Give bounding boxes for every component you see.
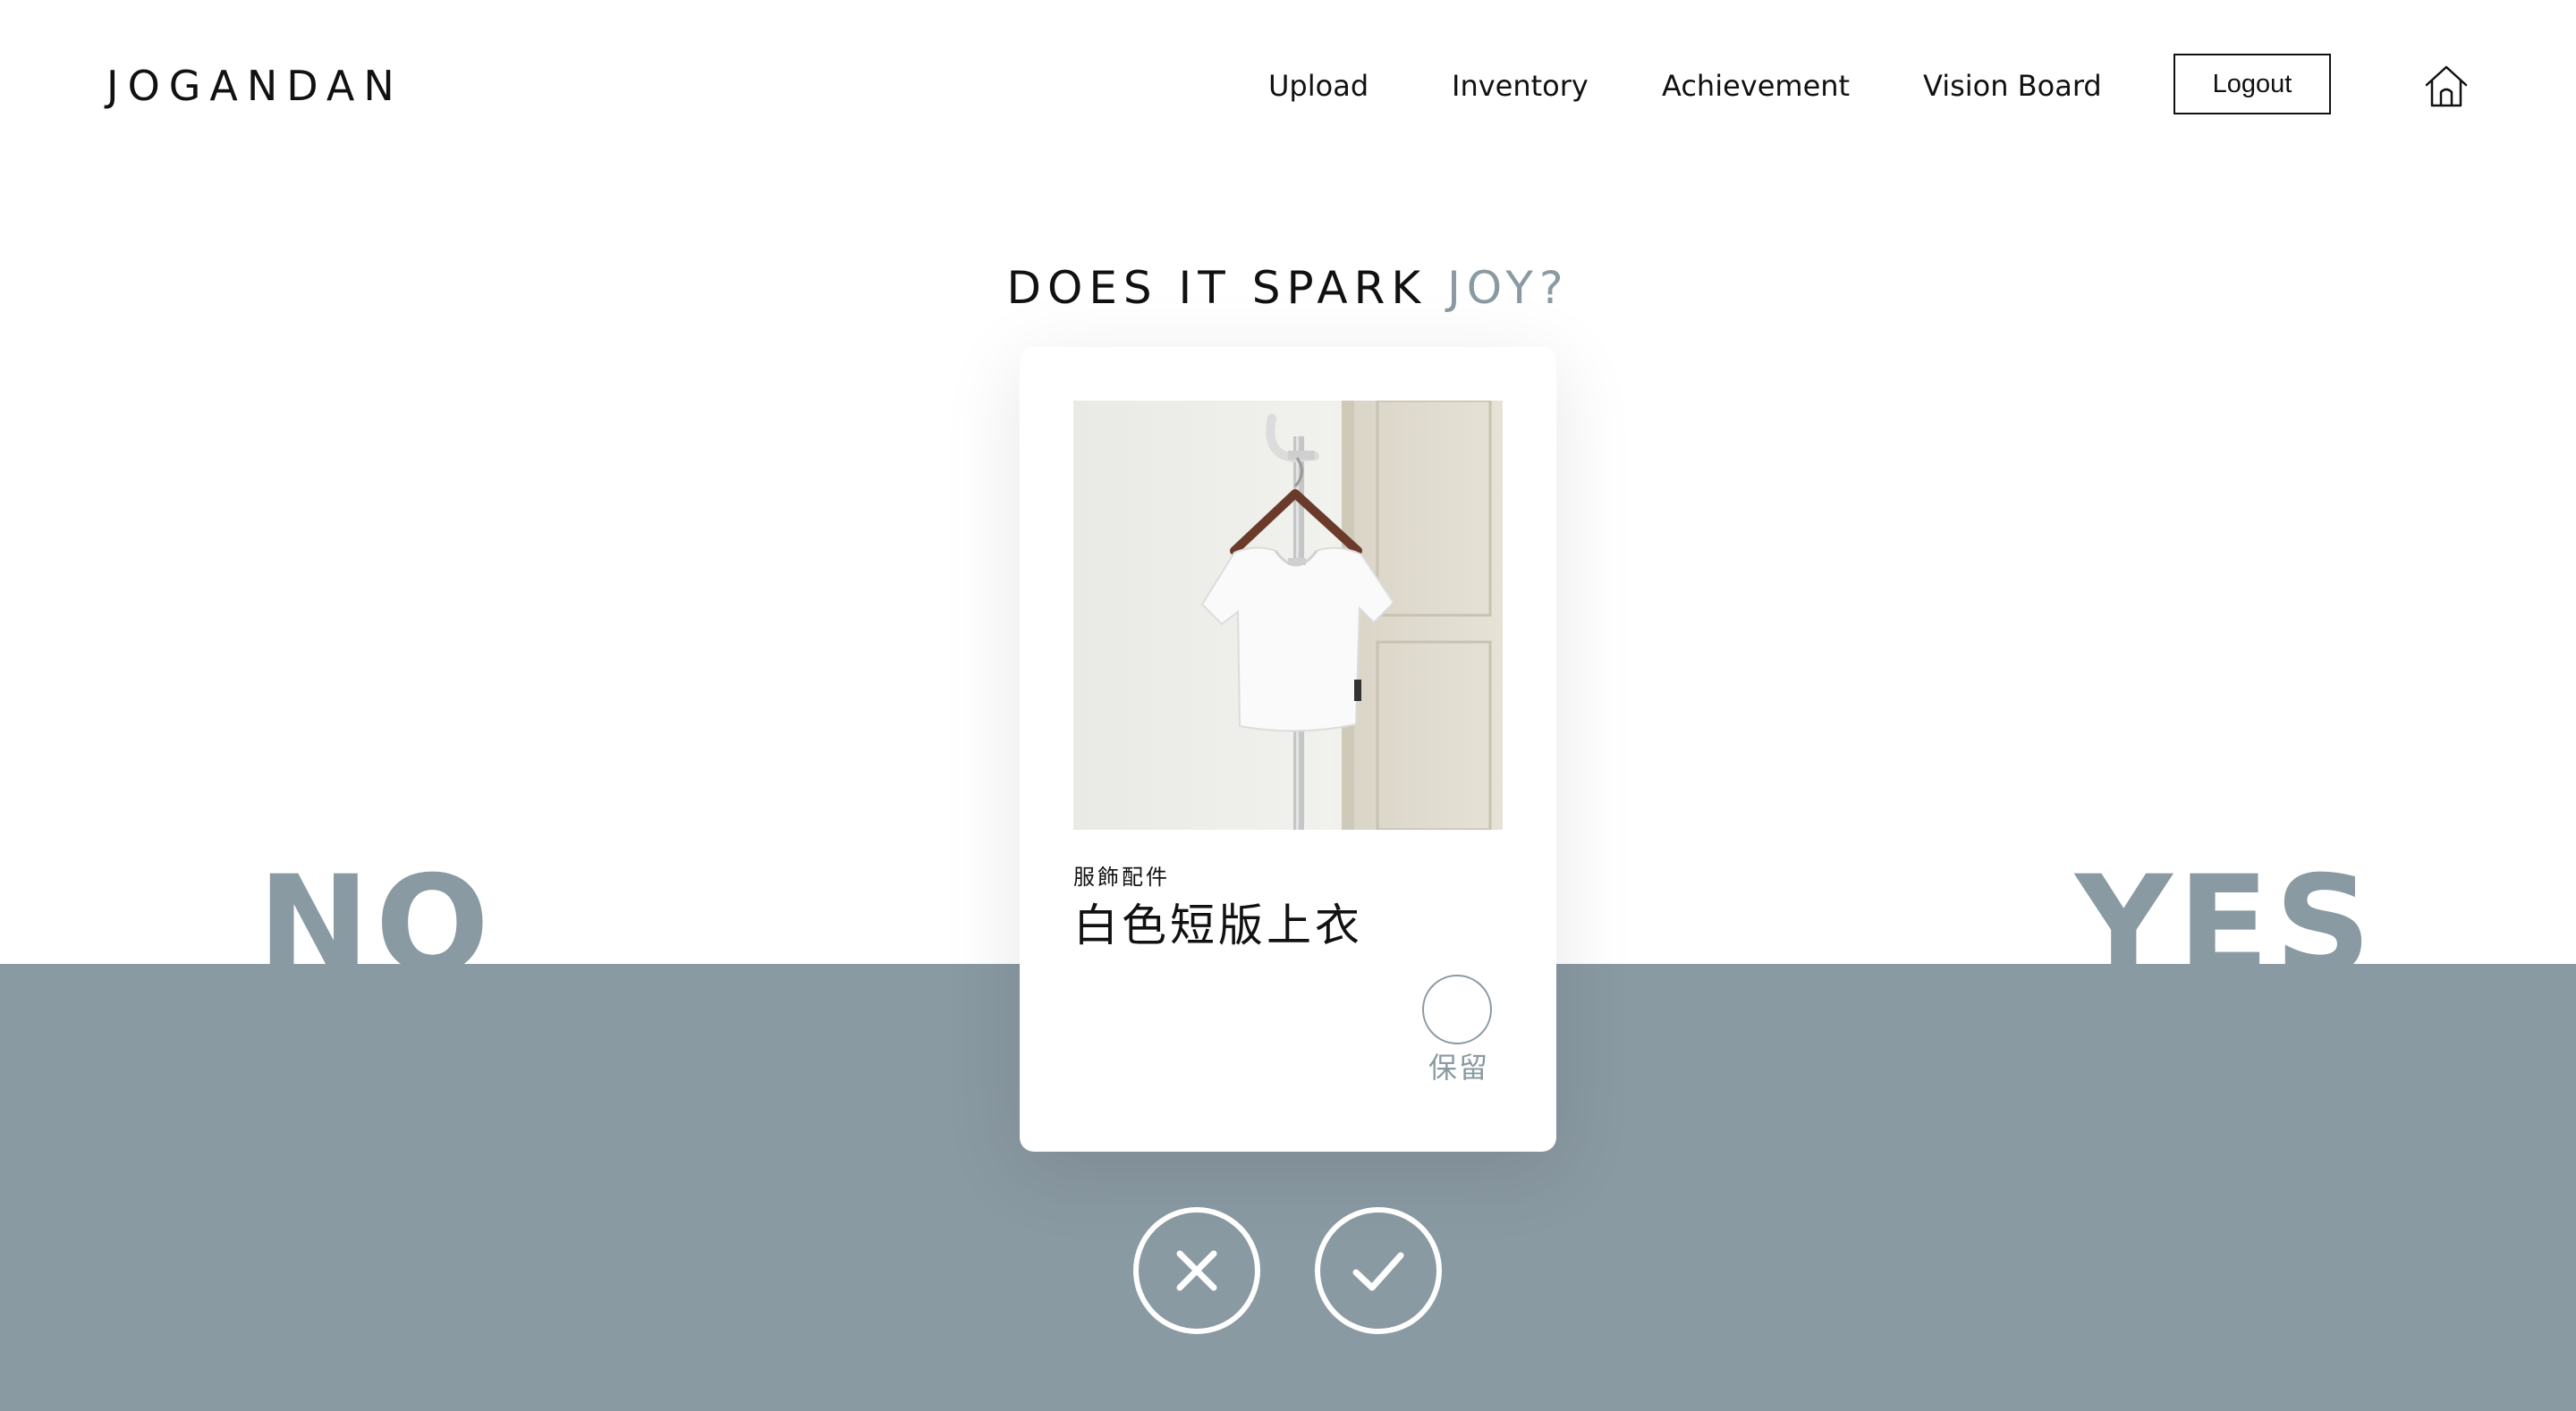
reject-button[interactable]	[1133, 1207, 1260, 1334]
home-icon[interactable]	[2423, 63, 2470, 109]
item-name: 白色短版上衣	[1073, 900, 1363, 951]
item-photo	[1073, 401, 1503, 830]
nav-upload[interactable]: Upload	[1268, 64, 1368, 107]
app-logo[interactable]: JOGANDAN	[106, 63, 403, 109]
title-accent: JOY?	[1447, 262, 1570, 314]
item-category: 服飾配件	[1073, 865, 1170, 890]
logout-button[interactable]: Logout	[2174, 54, 2331, 114]
x-icon	[1176, 1250, 1217, 1291]
accept-button[interactable]	[1315, 1207, 1442, 1334]
nav-inventory[interactable]: Inventory	[1452, 64, 1589, 107]
check-icon	[1352, 1252, 1404, 1291]
nav-achievement[interactable]: Achievement	[1662, 64, 1850, 107]
keep-label: 保留	[1428, 1051, 1489, 1085]
item-card[interactable]: 服飾配件 白色短版上衣 保留	[1020, 347, 1556, 1152]
item-photo-illustration	[1073, 401, 1503, 830]
keep-toggle[interactable]	[1422, 975, 1492, 1044]
page-title: DOES IT SPARK JOY?	[0, 259, 2576, 317]
title-prefix: DOES IT SPARK	[1006, 262, 1448, 314]
nav-vision-board[interactable]: Vision Board	[1923, 64, 2102, 107]
